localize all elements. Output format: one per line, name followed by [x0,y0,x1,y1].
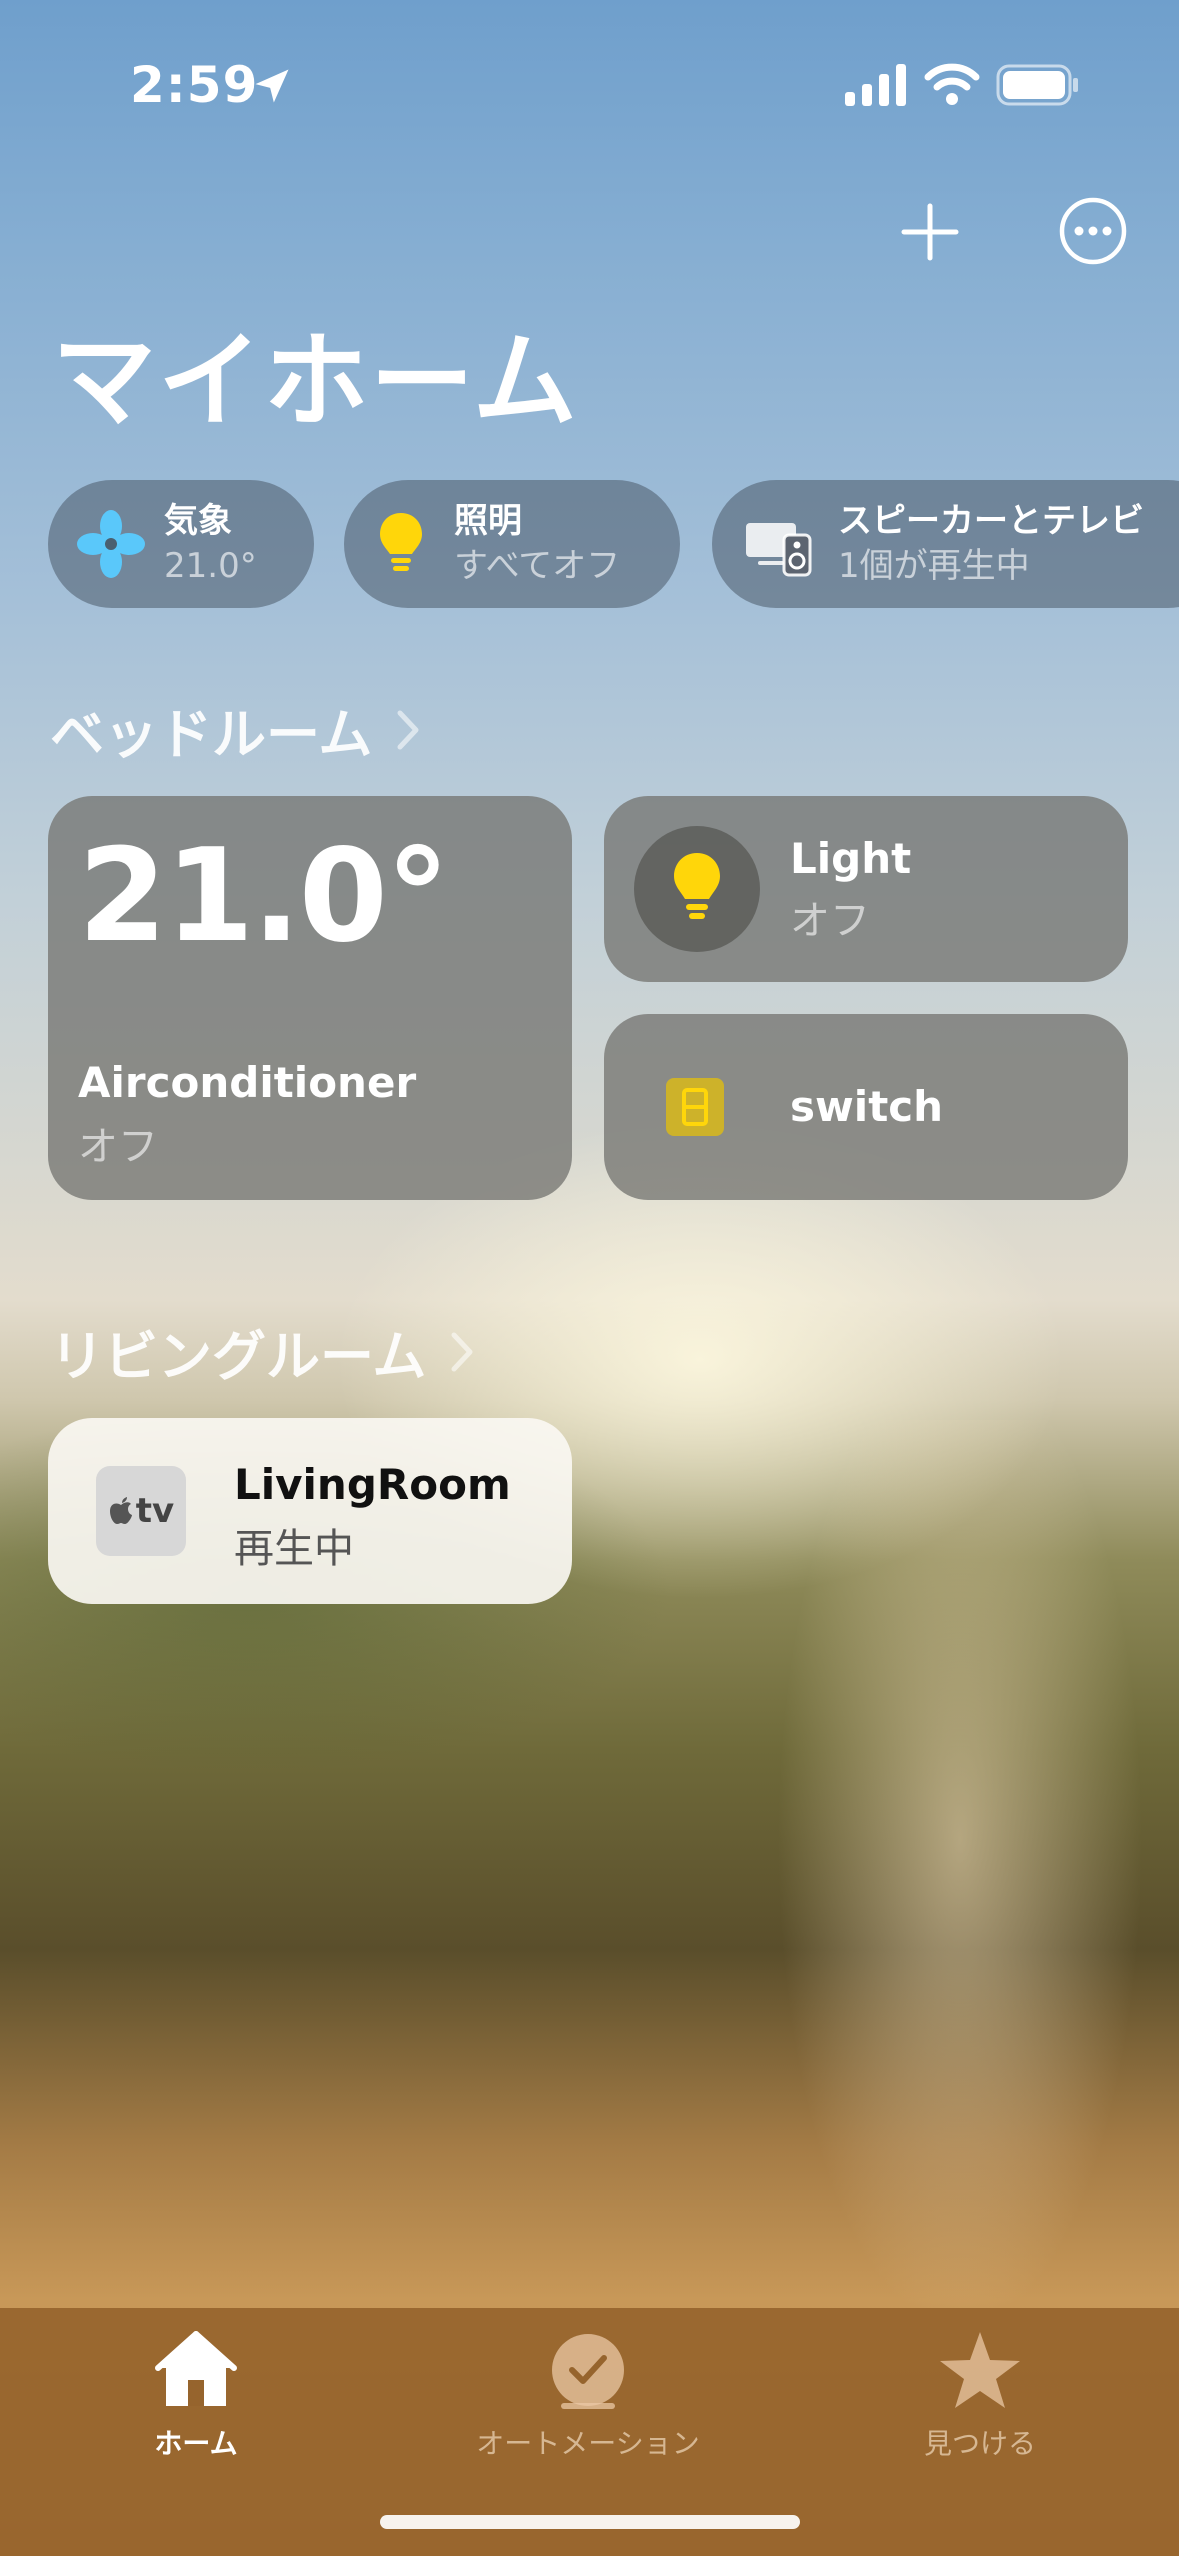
light-tile[interactable]: Light オフ [604,796,1128,982]
chip-subtitle: すべてオフ [454,546,621,586]
section-title: ベッドルーム [50,703,373,766]
house-icon [155,2331,237,2406]
apple-logo-icon [109,1497,132,1524]
light-name: Light [790,834,912,883]
chip-title: スピーカーとテレビ [838,501,1144,541]
clock-check-icon [552,2334,624,2409]
section-header-living-room[interactable]: リビングルーム [50,1312,476,1391]
wifi-icon [924,63,980,105]
page-title: マイホーム [52,320,579,442]
aircon-temperature: 21.0° [78,822,450,971]
chip-subtitle: 21.0° [164,546,257,586]
status-time: 2:59 [130,56,259,114]
chevron-right-icon [451,1332,473,1371]
chip-lighting[interactable]: 照明 すべてオフ [344,480,680,608]
battery-icon [996,64,1078,106]
chip-subtitle: 1個が再生中 [838,546,1030,586]
chevron-right-icon [397,710,419,749]
more-icon[interactable] [1058,196,1128,266]
apple-tv-status: 再生中 [234,1526,354,1572]
apple-tv-icon: tv [96,1466,186,1556]
cellular-signal-icon [845,64,906,106]
add-button[interactable] [890,192,970,272]
add-icon [901,203,959,261]
fan-icon [77,510,145,578]
aircon-name: Airconditioner [78,1058,417,1107]
tab-home[interactable]: ホーム [46,2328,346,2462]
switch-tile[interactable]: switch [604,1014,1128,1200]
apple-tv-icon-text: tv [135,1491,175,1531]
section-title: リビングルーム [50,1325,427,1388]
lightbulb-icon [674,853,720,919]
tab-label: ホーム [154,2427,238,2460]
light-icon-circle[interactable] [634,826,760,952]
home-indicator[interactable] [380,2515,800,2529]
aircon-status: オフ [78,1124,158,1170]
tab-discover[interactable]: 見つける [830,2328,1130,2462]
category-chips: 気象 21.0° 照明 すべてオフ スピーカーとテレビ 1個が再生中 [48,480,1179,610]
chip-title: 照明 [454,501,522,541]
chip-weather[interactable]: 気象 21.0° [48,480,314,608]
tv-speaker-icon [746,523,812,577]
section-header-bedroom[interactable]: ベッドルーム [50,690,422,769]
chip-title: 気象 [164,501,232,541]
switch-name: switch [790,1082,944,1131]
apple-tv-tile[interactable]: tv LivingRoom 再生中 [48,1418,572,1604]
aircon-tile[interactable]: 21.0° Airconditioner オフ [48,796,572,1200]
location-arrow-icon [255,69,289,103]
tab-label: 見つける [923,2427,1036,2460]
apple-tv-name: LivingRoom [234,1460,511,1509]
tab-label: オートメーション [476,2427,700,2460]
tab-automation[interactable]: オートメーション [438,2328,738,2462]
lightbulb-icon [380,513,422,571]
star-icon [940,2332,1020,2408]
chip-speakers-tv[interactable]: スピーカーとテレビ 1個が再生中 [712,480,1179,608]
switch-icon[interactable] [664,1076,726,1138]
light-status: オフ [790,898,870,944]
